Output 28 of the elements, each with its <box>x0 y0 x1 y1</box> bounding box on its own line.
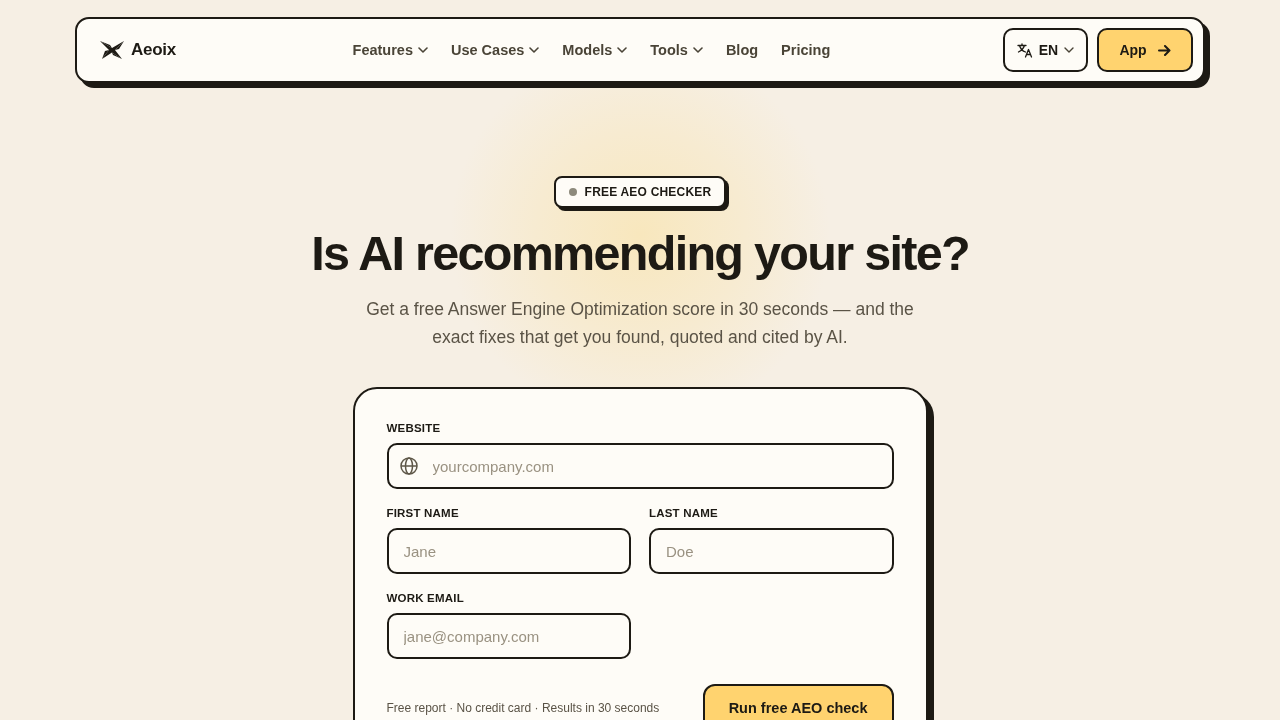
app-button[interactable]: App <box>1097 28 1193 72</box>
text-input-field[interactable]: Jane <box>386 528 631 574</box>
nav-link[interactable]: Blog <box>725 42 759 58</box>
nav-link[interactable]: Use Cases <box>451 42 540 58</box>
badge-label: FREE AEO CHECKER <box>584 185 712 199</box>
nav-link[interactable]: Tools <box>650 42 703 58</box>
language-button[interactable]: EN <box>1003 28 1088 72</box>
field-label: LAST NAME <box>649 506 719 520</box>
field-label: FIRST NAME <box>386 506 460 520</box>
logo-link[interactable]: Aeoix <box>100 40 176 60</box>
nav-link[interactable]: Features <box>352 42 428 58</box>
email-input-field[interactable]: jane@company.com <box>386 613 631 659</box>
field-label: WORK EMAIL <box>386 591 465 605</box>
hero-heading: Is AI recommending your site? <box>311 225 969 281</box>
arrow-right-icon <box>1157 44 1171 56</box>
status-dot-icon <box>568 188 577 196</box>
text-input-field[interactable]: Doe <box>649 528 894 574</box>
form-note: Free report · No credit card · Results in 30 seconds <box>386 701 660 715</box>
globe-icon <box>399 457 418 475</box>
hero-subtitle: Get a free Answer Engine Optimization score in 30 seconds — and the exact fixes that get you found, quoted and cited by AI. <box>365 298 915 349</box>
nav-link[interactable]: Pricing <box>781 42 831 58</box>
submit-button[interactable]: Run free AEO check <box>702 684 894 720</box>
logo-icon <box>100 40 124 60</box>
website-input-field[interactable]: yourcompany.com <box>386 443 894 489</box>
translate-icon <box>1016 42 1033 58</box>
chevron-down-icon <box>1064 47 1075 53</box>
field-label: WEBSITE <box>386 421 442 435</box>
nav-link[interactable]: Models <box>562 42 628 58</box>
